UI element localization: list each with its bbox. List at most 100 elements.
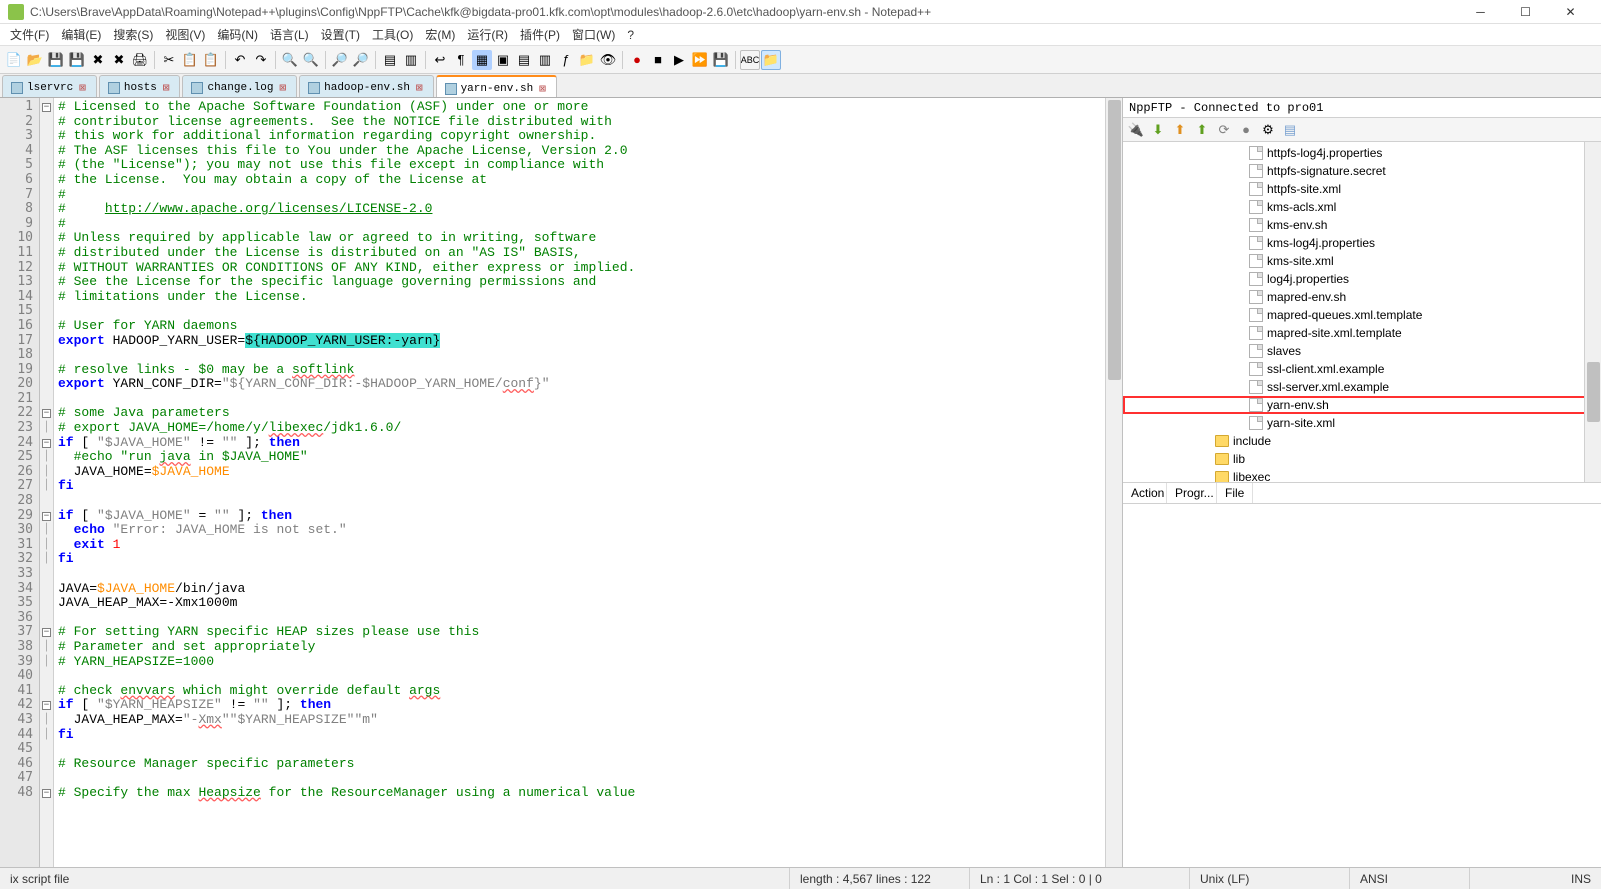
close-all-icon[interactable]: ✖ xyxy=(109,50,129,70)
menu-plugins[interactable]: 插件(P) xyxy=(514,24,566,45)
sync-h-icon[interactable]: ▥ xyxy=(401,50,421,70)
save-macro-icon[interactable]: 💾 xyxy=(711,50,731,70)
indent-icon[interactable]: ▦ xyxy=(472,50,492,70)
status-ins[interactable]: INS xyxy=(1470,868,1601,889)
menu-language[interactable]: 语言(L) xyxy=(264,24,315,45)
tab-changelog[interactable]: change.log⊠ xyxy=(182,75,297,97)
nppftp-icon[interactable]: 📁 xyxy=(761,50,781,70)
tree-file-kms-log4j.properties[interactable]: kms-log4j.properties xyxy=(1123,234,1601,252)
tab-hosts[interactable]: hosts⊠ xyxy=(99,75,181,97)
settings-icon[interactable]: ⚙ xyxy=(1259,121,1277,139)
tree-folder-include[interactable]: include xyxy=(1123,432,1601,450)
tree-file-yarn-site.xml[interactable]: yarn-site.xml xyxy=(1123,414,1601,432)
func-list-icon[interactable]: ƒ xyxy=(556,50,576,70)
tab-close-icon[interactable]: ⊠ xyxy=(161,81,172,95)
zoom-in-icon[interactable]: 🔎 xyxy=(330,50,350,70)
col-progress[interactable]: Progr... xyxy=(1167,483,1217,503)
tree-scrollbar[interactable] xyxy=(1584,142,1601,482)
tree-file-httpfs-log4j.properties[interactable]: httpfs-log4j.properties xyxy=(1123,144,1601,162)
allchars-icon[interactable]: ¶ xyxy=(451,50,471,70)
disconnect-icon[interactable]: 🔌 xyxy=(1127,121,1145,139)
tree-file-httpfs-signature.secret[interactable]: httpfs-signature.secret xyxy=(1123,162,1601,180)
tab-hadoop-env[interactable]: hadoop-env.sh⊠ xyxy=(299,75,433,97)
tree-file-kms-acls.xml[interactable]: kms-acls.xml xyxy=(1123,198,1601,216)
print-icon[interactable]: 🖨 xyxy=(130,50,150,70)
zoom-out-icon[interactable]: 🔎 xyxy=(351,50,371,70)
tab-close-icon[interactable]: ⊠ xyxy=(77,81,88,95)
undo-icon[interactable]: ↶ xyxy=(230,50,250,70)
tree-folder-libexec[interactable]: libexec xyxy=(1123,468,1601,482)
tree-file-log4j.properties[interactable]: log4j.properties xyxy=(1123,270,1601,288)
save-all-icon[interactable]: 💾 xyxy=(67,50,87,70)
maximize-button[interactable]: ☐ xyxy=(1503,1,1548,23)
paste-icon[interactable]: 📋 xyxy=(201,50,221,70)
menu-edit[interactable]: 编辑(E) xyxy=(55,24,107,45)
cut-icon[interactable]: ✂ xyxy=(159,50,179,70)
tree-file-yarn-env.sh[interactable]: yarn-env.sh xyxy=(1123,396,1601,414)
tree-file-ssl-client.xml.example[interactable]: ssl-client.xml.example xyxy=(1123,360,1601,378)
tab-yarn-env[interactable]: yarn-env.sh⊠ xyxy=(436,75,557,97)
redo-icon[interactable]: ↷ xyxy=(251,50,271,70)
play-multi-icon[interactable]: ⏩ xyxy=(690,50,710,70)
status-encoding[interactable]: ANSI xyxy=(1350,868,1470,889)
tree-file-mapred-queues.xml.template[interactable]: mapred-queues.xml.template xyxy=(1123,306,1601,324)
doc-list-icon[interactable]: ▥ xyxy=(535,50,555,70)
menu-macro[interactable]: 宏(M) xyxy=(419,24,461,45)
tab-close-icon[interactable]: ⊠ xyxy=(537,82,548,96)
menu-window[interactable]: 窗口(W) xyxy=(566,24,621,45)
tree-file-slaves[interactable]: slaves xyxy=(1123,342,1601,360)
menu-search[interactable]: 搜索(S) xyxy=(107,24,159,45)
scroll-thumb[interactable] xyxy=(1587,362,1600,422)
copy-icon[interactable]: 📋 xyxy=(180,50,200,70)
minimize-button[interactable]: ─ xyxy=(1458,1,1503,23)
tree-file-kms-site.xml[interactable]: kms-site.xml xyxy=(1123,252,1601,270)
close-button[interactable]: ✕ xyxy=(1548,1,1593,23)
wordwrap-icon[interactable]: ↩ xyxy=(430,50,450,70)
code-area[interactable]: # Licensed to the Apache Software Founda… xyxy=(54,98,1105,867)
tree-file-ssl-server.xml.example[interactable]: ssl-server.xml.example xyxy=(1123,378,1601,396)
tab-close-icon[interactable]: ⊠ xyxy=(414,81,425,95)
abort-icon[interactable]: ⟳ xyxy=(1215,121,1233,139)
fold-column[interactable]: − −│−│││ −│││ −││ −││ − xyxy=(40,98,54,867)
editor-scrollbar[interactable] xyxy=(1105,98,1122,867)
find-icon[interactable]: 🔍 xyxy=(280,50,300,70)
menu-settings[interactable]: 设置(T) xyxy=(315,24,366,45)
upload-icon[interactable]: ⬆ xyxy=(1171,121,1189,139)
status-eol[interactable]: Unix (LF) xyxy=(1190,868,1350,889)
sync-v-icon[interactable]: ▤ xyxy=(380,50,400,70)
tree-folder-lib[interactable]: lib xyxy=(1123,450,1601,468)
menu-help[interactable]: ? xyxy=(621,26,640,44)
record-icon[interactable]: ● xyxy=(627,50,647,70)
tab-close-icon[interactable]: ⊠ xyxy=(278,81,289,95)
monitor-icon[interactable]: 👁 xyxy=(598,50,618,70)
play-icon[interactable]: ▶ xyxy=(669,50,689,70)
open-file-icon[interactable]: 📂 xyxy=(25,50,45,70)
tab-lservrc[interactable]: lservrc⊠ xyxy=(2,75,97,97)
ftp-tree[interactable]: httpfs-log4j.propertieshttpfs-signature.… xyxy=(1123,142,1601,482)
menu-view[interactable]: 视图(V) xyxy=(159,24,211,45)
folder-icon[interactable]: 📁 xyxy=(577,50,597,70)
userlang-icon[interactable]: ▣ xyxy=(493,50,513,70)
tree-file-kms-env.sh[interactable]: kms-env.sh xyxy=(1123,216,1601,234)
download-icon[interactable]: ⬇ xyxy=(1149,121,1167,139)
menu-file[interactable]: 文件(F) xyxy=(4,24,55,45)
rawcmd-icon[interactable]: ● xyxy=(1237,121,1255,139)
tree-file-httpfs-site.xml[interactable]: httpfs-site.xml xyxy=(1123,180,1601,198)
col-file[interactable]: File xyxy=(1217,483,1253,503)
stop-icon[interactable]: ■ xyxy=(648,50,668,70)
editor-pane[interactable]: 1234567891011121314151617181920212223242… xyxy=(0,98,1122,867)
tree-file-mapred-env.sh[interactable]: mapred-env.sh xyxy=(1123,288,1601,306)
col-action[interactable]: Action xyxy=(1123,483,1167,503)
spellcheck-icon[interactable]: ABC xyxy=(740,50,760,70)
menu-tools[interactable]: 工具(O) xyxy=(366,24,419,45)
messages-icon[interactable]: ▤ xyxy=(1281,121,1299,139)
doc-map-icon[interactable]: ▤ xyxy=(514,50,534,70)
menu-run[interactable]: 运行(R) xyxy=(461,24,514,45)
menu-encoding[interactable]: 编码(N) xyxy=(211,24,264,45)
new-file-icon[interactable]: 📄 xyxy=(4,50,24,70)
tree-file-mapred-site.xml.template[interactable]: mapred-site.xml.template xyxy=(1123,324,1601,342)
refresh-icon[interactable]: ⬆ xyxy=(1193,121,1211,139)
save-icon[interactable]: 💾 xyxy=(46,50,66,70)
scroll-thumb[interactable] xyxy=(1108,100,1121,380)
close-file-icon[interactable]: ✖ xyxy=(88,50,108,70)
